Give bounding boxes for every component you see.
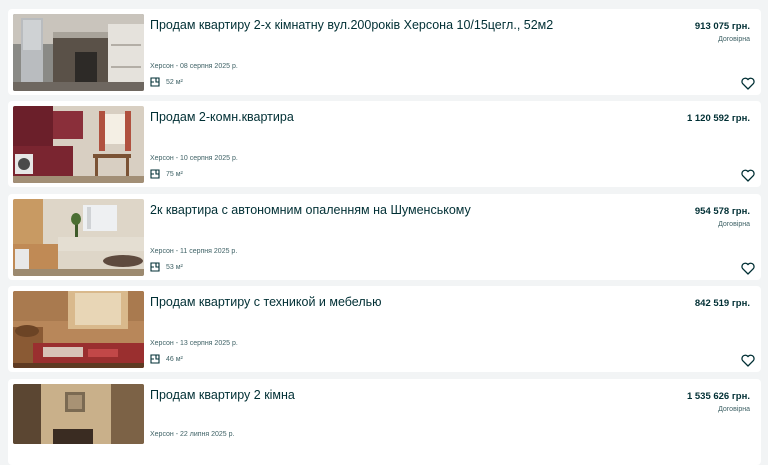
listing-location-date: Херсон - 11 серпня 2025 р. [150, 248, 238, 255]
listing-title[interactable]: Продам 2-комн.квартира [150, 110, 590, 124]
listing-photo[interactable] [13, 14, 144, 91]
listing-card[interactable]: Продам квартиру 2-х кімнатну вул.200рокі… [8, 9, 761, 95]
heart-outline-icon[interactable] [741, 262, 755, 275]
listing-title[interactable]: Продам квартиру 2-х кімнатну вул.200рокі… [150, 18, 590, 32]
listing-price: 954 578 грн. [694, 206, 750, 217]
listing-price: 1 535 626 грн. [686, 391, 750, 402]
floor-plan-icon [150, 354, 160, 364]
kitchen-photo [13, 106, 144, 183]
listing-area-value: 46 м² [166, 355, 183, 363]
listing-negotiable: Договірна [718, 406, 750, 413]
listing-area-value: 53 м² [166, 263, 183, 271]
bedroom-photo [13, 291, 144, 368]
floor-plan-icon [150, 262, 160, 272]
floor-plan-icon [150, 77, 160, 87]
listing-card[interactable]: Продам квартиру с техникой и мебелью Хер… [8, 286, 761, 372]
listing-location-date: Херсон - 08 серпня 2025 р. [150, 63, 238, 70]
listing-area: 75 м² [150, 169, 183, 179]
listing-photo[interactable] [13, 106, 144, 183]
listing-title[interactable]: 2к квартира с автономним опаленням на Шу… [150, 203, 590, 217]
listing-location-date: Херсон - 10 серпня 2025 р. [150, 155, 238, 162]
listing-area: 53 м² [150, 262, 183, 272]
listing-title[interactable]: Продам квартиру с техникой и мебелью [150, 295, 590, 309]
kitchen-photo [13, 199, 144, 276]
listing-area: 46 м² [150, 354, 183, 364]
listing-negotiable: Договірна [718, 36, 750, 43]
listing-card[interactable]: Продам 2-комн.квартира Херсон - 10 серпн… [8, 101, 761, 187]
floor-plan-icon [150, 169, 160, 179]
listing-price: 913 075 грн. [694, 21, 750, 32]
kitchen-photo [13, 14, 144, 91]
listing-price: 842 519 грн. [694, 298, 750, 309]
heart-outline-icon[interactable] [741, 354, 755, 367]
listing-price: 1 120 592 грн. [686, 113, 750, 124]
listing-area-value: 52 м² [166, 78, 183, 86]
listing-area: 52 м² [150, 77, 183, 87]
listing-photo[interactable] [13, 199, 144, 276]
listing-title[interactable]: Продам квартиру 2 кімна [150, 388, 590, 402]
room-photo [13, 384, 144, 444]
listing-card[interactable]: Продам квартиру 2 кімна Херсон - 22 липн… [8, 379, 761, 465]
listing-area-value: 75 м² [166, 170, 183, 178]
listing-photo[interactable] [13, 384, 144, 444]
listing-card[interactable]: 2к квартира с автономним опаленням на Шу… [8, 194, 761, 280]
listing-location-date: Херсон - 13 серпня 2025 р. [150, 340, 238, 347]
heart-outline-icon[interactable] [741, 77, 755, 90]
listing-location-date: Херсон - 22 липня 2025 р. [150, 431, 235, 438]
listing-list: Продам квартиру 2-х кімнатну вул.200рокі… [0, 0, 768, 465]
listing-negotiable: Договірна [718, 221, 750, 228]
heart-outline-icon[interactable] [741, 169, 755, 182]
listing-photo[interactable] [13, 291, 144, 368]
